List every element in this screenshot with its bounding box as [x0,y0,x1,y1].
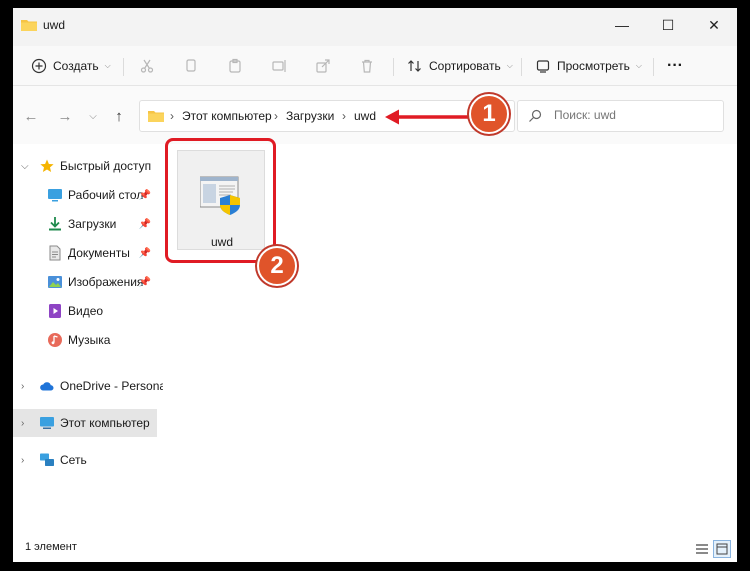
chevron-down-icon: ⌵ [104,61,111,70]
cloud-icon [40,382,54,391]
item-count: 1 элемент [25,541,77,553]
sidebar-item-desktop[interactable]: Рабочий стол 📌 [13,181,157,209]
navigation-pane: ⌵ Быстрый доступ Рабочий стол 📌 Загрузки… [13,144,169,536]
video-icon [49,304,61,318]
download-icon [49,217,61,231]
desktop-icon [48,189,62,202]
minimize-button[interactable]: — [599,8,645,42]
pictures-icon [48,276,62,288]
network-icon [40,453,54,466]
sidebar-item-onedrive[interactable]: › OneDrive - Personal [13,372,169,400]
close-button[interactable]: ✕ [691,8,737,42]
sidebar-label: Видео [68,304,104,318]
sidebar-item-network[interactable]: › Сеть [13,446,157,474]
window-title: uwd [43,18,66,32]
sort-icon [408,60,421,72]
chevron-right-icon: › [21,417,25,429]
more-options-button[interactable]: ··· [667,54,683,78]
star-icon [40,159,54,172]
up-arrow-icon[interactable]: ↑ [109,106,129,126]
chevron-right-icon: › [21,454,25,466]
rename-icon[interactable] [269,56,289,76]
chevron-down-icon: ⌵ [21,160,29,172]
pin-icon: 📌 [138,247,151,259]
sidebar-label: Документы [68,246,130,260]
view-label: Просмотреть [557,59,630,73]
pin-icon: 📌 [138,189,151,201]
search-box[interactable] [517,100,724,132]
sidebar-label: Загрузки [68,217,117,231]
sidebar-item-music[interactable]: Музыка [13,326,157,354]
sidebar-item-pictures[interactable]: Изображения 📌 [13,268,157,296]
annotation-badge-2: 2 [257,246,297,286]
annotation-arrow [385,109,471,125]
cut-icon[interactable] [137,56,157,76]
new-button[interactable]: Создать ⌵ [31,54,111,78]
folder-icon [148,111,164,122]
sidebar-item-documents[interactable]: Документы 📌 [13,239,157,267]
document-icon [49,245,61,261]
pin-icon: 📌 [138,276,151,288]
sidebar-item-videos[interactable]: Видео [13,297,157,325]
sidebar-label: Этот компьютер [60,416,150,430]
share-icon[interactable] [313,56,333,76]
toolbar-divider [653,58,654,76]
chevron-down-icon: ⌵ [506,61,513,70]
sidebar-label: OneDrive - Personal [60,379,169,393]
copy-icon[interactable] [181,56,201,76]
sidebar-label: Изображения [68,275,144,289]
annotation-highlight-file [165,138,276,263]
new-label: Создать [53,59,99,73]
sidebar-item-downloads[interactable]: Загрузки 📌 [13,210,157,238]
sort-label: Сортировать [429,59,501,73]
recent-chevron-icon[interactable]: ⌵ [83,106,103,126]
navigation-bar: ← → ⌵ ↑ › Этот компьютер › Загрузки › uw… [13,86,737,144]
maximize-button[interactable]: ☐ [645,8,691,42]
toolbar-divider [123,58,124,76]
explorer-window: uwd — ☐ ✕ Создать ⌵ Сортировать ⌵ Просмо… [13,8,737,562]
sidebar-label: Сеть [60,453,87,467]
back-arrow-icon[interactable]: ← [21,106,41,126]
sidebar-label: Рабочий стол [68,188,144,202]
delete-icon[interactable] [357,56,377,76]
plus-circle-icon [31,58,47,74]
details-view-icon[interactable] [693,540,711,558]
paste-icon[interactable] [225,56,245,76]
view-icon [536,60,550,73]
forward-arrow-icon[interactable]: → [55,106,75,126]
breadcrumb-separator: › [170,109,174,123]
breadcrumb-downloads[interactable]: Загрузки [286,109,334,123]
toolbar-divider [521,58,522,76]
search-input[interactable] [554,108,714,122]
sort-button[interactable]: Сортировать ⌵ [407,54,513,78]
pin-icon: 📌 [138,218,151,230]
sidebar-label: Музыка [68,333,111,347]
large-icons-view-icon[interactable] [713,540,731,558]
annotation-badge-1: 1 [469,94,509,134]
breadcrumb-separator: › [342,109,346,123]
breadcrumb-this-pc[interactable]: Этот компьютер [182,109,272,123]
title-bar: uwd — ☐ ✕ [13,8,737,42]
breadcrumb-separator: › [274,109,278,123]
status-bar: 1 элемент [13,536,737,562]
chevron-down-icon: ⌵ [635,61,642,70]
search-icon [529,109,542,122]
sidebar-label: Быстрый доступ [60,159,152,173]
toolbar-divider [393,58,394,76]
command-bar: Создать ⌵ Сортировать ⌵ Просмотреть ⌵ ··… [13,46,737,86]
music-icon [48,333,62,347]
breadcrumb-uwd[interactable]: uwd [354,109,376,123]
chevron-right-icon: › [21,380,25,392]
computer-icon [40,417,54,429]
sidebar-item-this-pc[interactable]: › Этот компьютер [13,409,157,437]
sidebar-item-quick-access[interactable]: ⌵ Быстрый доступ [13,152,157,180]
folder-icon [21,20,37,31]
view-button[interactable]: Просмотреть ⌵ [535,54,642,78]
